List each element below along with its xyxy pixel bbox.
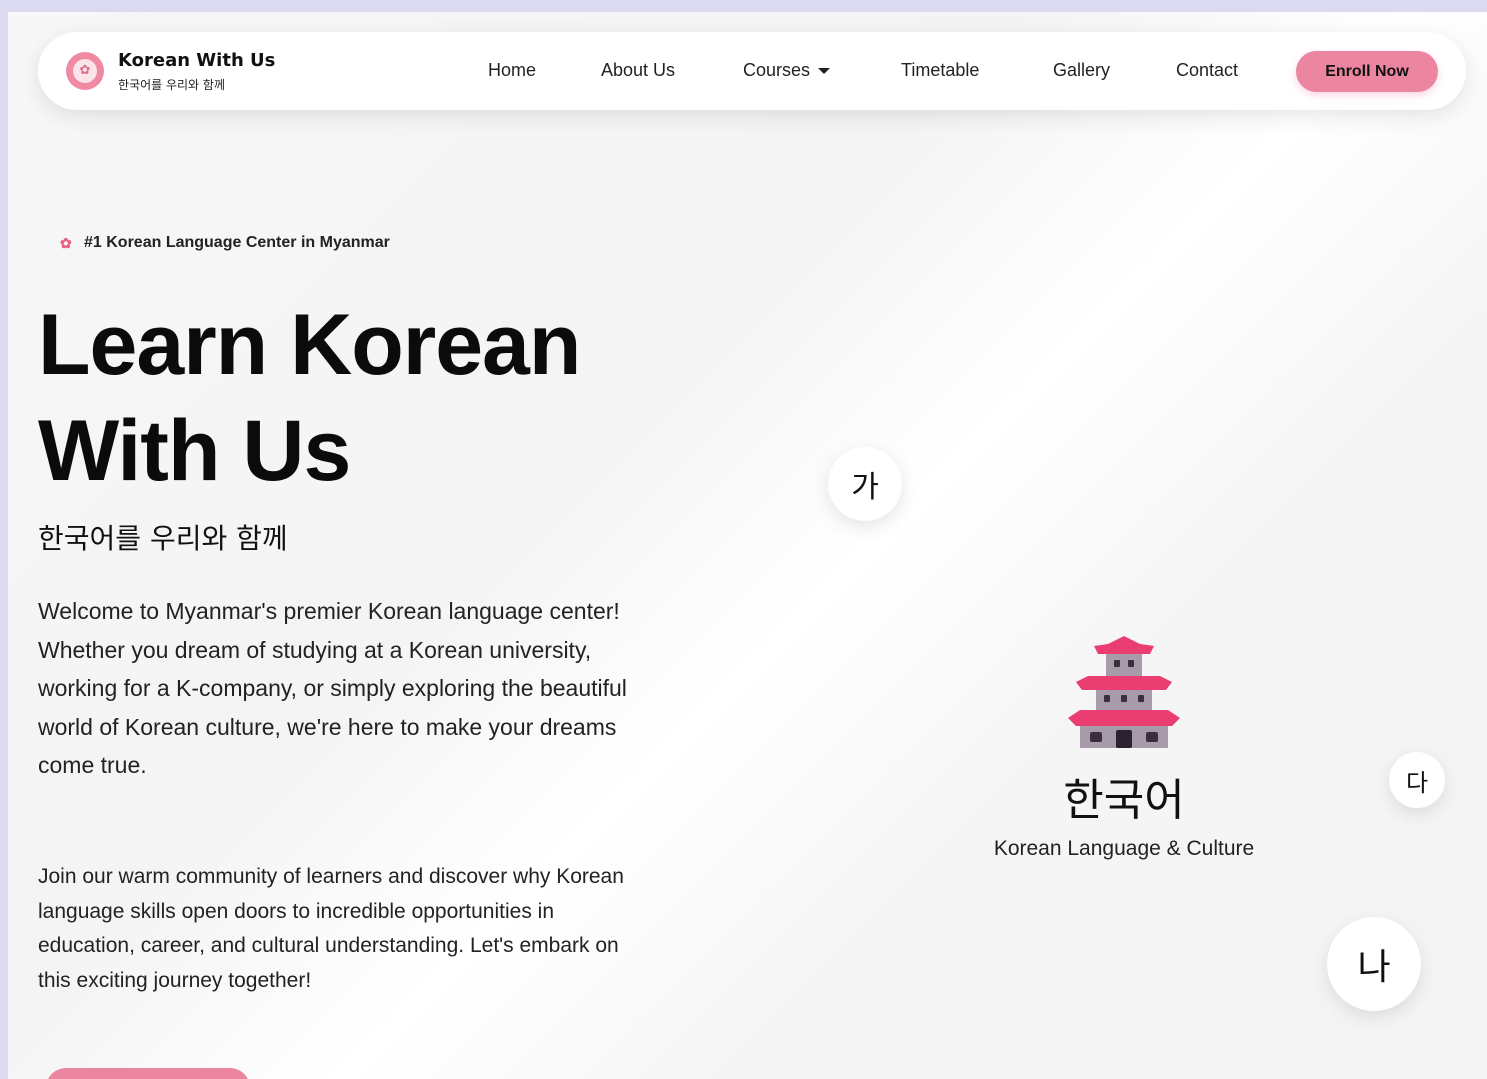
flower-icon: ✿ bbox=[60, 235, 72, 251]
hero-title-line2: With Us bbox=[38, 403, 351, 499]
nav-courses-label: Courses bbox=[743, 60, 811, 80]
logo-flower-icon: ✿ bbox=[73, 59, 97, 83]
floating-char-ga: 가 bbox=[828, 447, 902, 521]
hero-cta-button[interactable] bbox=[46, 1068, 250, 1079]
nav-timetable[interactable]: Timetable bbox=[901, 60, 979, 81]
nav-about-us[interactable]: About Us bbox=[601, 60, 675, 81]
hero-badge: ✿ #1 Korean Language Center in Myanmar bbox=[60, 234, 390, 252]
brand-subtitle: 한국어를 우리와 함께 bbox=[118, 78, 225, 92]
korean-word: 한국어 bbox=[1063, 775, 1185, 826]
pagoda-icon bbox=[1068, 636, 1180, 748]
hero-paragraph-1: Welcome to Myanmar's premier Korean lang… bbox=[38, 598, 627, 778]
floating-char-na: 나 bbox=[1327, 917, 1421, 1011]
nav-gallery[interactable]: Gallery bbox=[1053, 60, 1110, 81]
korean-caption: Korean Language & Culture bbox=[993, 837, 1255, 860]
nav-contact[interactable]: Contact bbox=[1176, 60, 1238, 81]
logo-icon[interactable]: ✿ bbox=[66, 52, 104, 90]
page: ✿ Korean With Us 한국어를 우리와 함께 Home About … bbox=[8, 12, 1487, 1079]
nav-home[interactable]: Home bbox=[488, 60, 536, 81]
hero-badge-text: #1 Korean Language Center in Myanmar bbox=[84, 234, 390, 251]
floating-char-da: 다 bbox=[1389, 752, 1445, 808]
hero-title: Learn Korean With Us bbox=[38, 292, 738, 504]
nav-courses[interactable]: Courses bbox=[743, 60, 831, 81]
enroll-now-button[interactable]: Enroll Now bbox=[1296, 51, 1438, 92]
navbar: ✿ Korean With Us 한국어를 우리와 함께 Home About … bbox=[38, 32, 1466, 110]
hero-title-line1: Learn Korean bbox=[38, 297, 581, 393]
hero-paragraph-2: Join our warm community of learners and … bbox=[38, 865, 624, 992]
hero-subtitle: 한국어를 우리와 함께 bbox=[38, 522, 288, 555]
chevron-down-icon bbox=[818, 68, 831, 75]
brand-title[interactable]: Korean With Us bbox=[118, 50, 275, 71]
